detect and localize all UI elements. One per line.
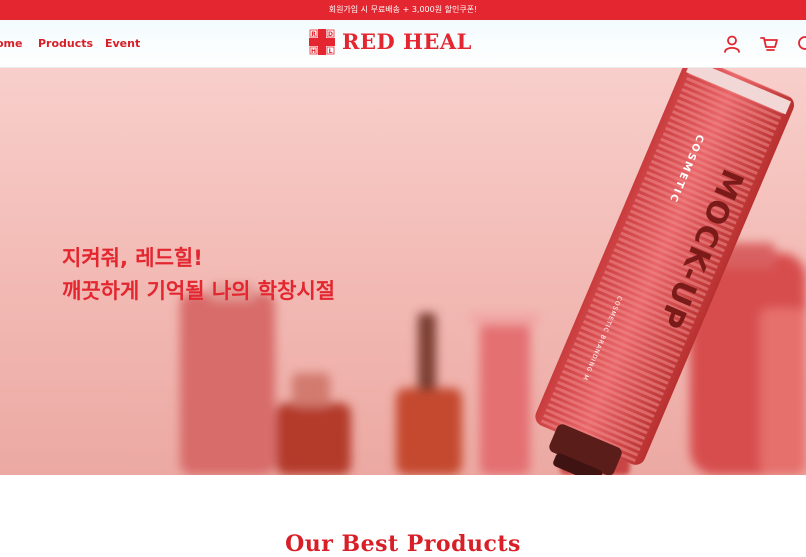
svg-text:R: R — [311, 31, 316, 38]
svg-text:L: L — [329, 48, 333, 55]
logo-cross-icon: R D H L — [309, 29, 335, 55]
nav-products-link[interactable]: Products — [38, 37, 93, 50]
search-icon[interactable] — [796, 34, 806, 54]
announcement-text: 회원가입 시 무료배송 + 3,000원 할인쿠폰! — [328, 5, 478, 14]
hero-banner[interactable]: MOCK-UP COSMETIC COSMETIC BRANDING M 지켜줘… — [0, 68, 806, 475]
hero-headline-line1: 지켜줘, 레드힐! — [62, 246, 203, 270]
svg-text:D: D — [328, 31, 333, 38]
svg-text:H: H — [311, 48, 316, 55]
announcement-bar: 회원가입 시 무료배송 + 3,000원 할인쿠폰! — [0, 0, 806, 20]
logo-wordmark: RED HEAL — [342, 29, 472, 54]
nav-event-link[interactable]: Event — [105, 37, 140, 50]
site-header: ome Products Event R D H L RED HEAL — [0, 20, 806, 68]
nav-home-link[interactable]: ome — [0, 37, 22, 50]
cart-icon[interactable] — [759, 34, 779, 54]
best-products-title: Our Best Products — [285, 531, 521, 557]
hero-headline: 지켜줘, 레드힐! 깨끗하게 기억될 나의 학창시절 — [62, 242, 422, 308]
user-icon[interactable] — [722, 34, 742, 54]
hero-headline-line2: 깨끗하게 기억될 나의 학창시절 — [62, 279, 336, 303]
brand-logo[interactable]: R D H L RED HEAL — [309, 28, 501, 58]
